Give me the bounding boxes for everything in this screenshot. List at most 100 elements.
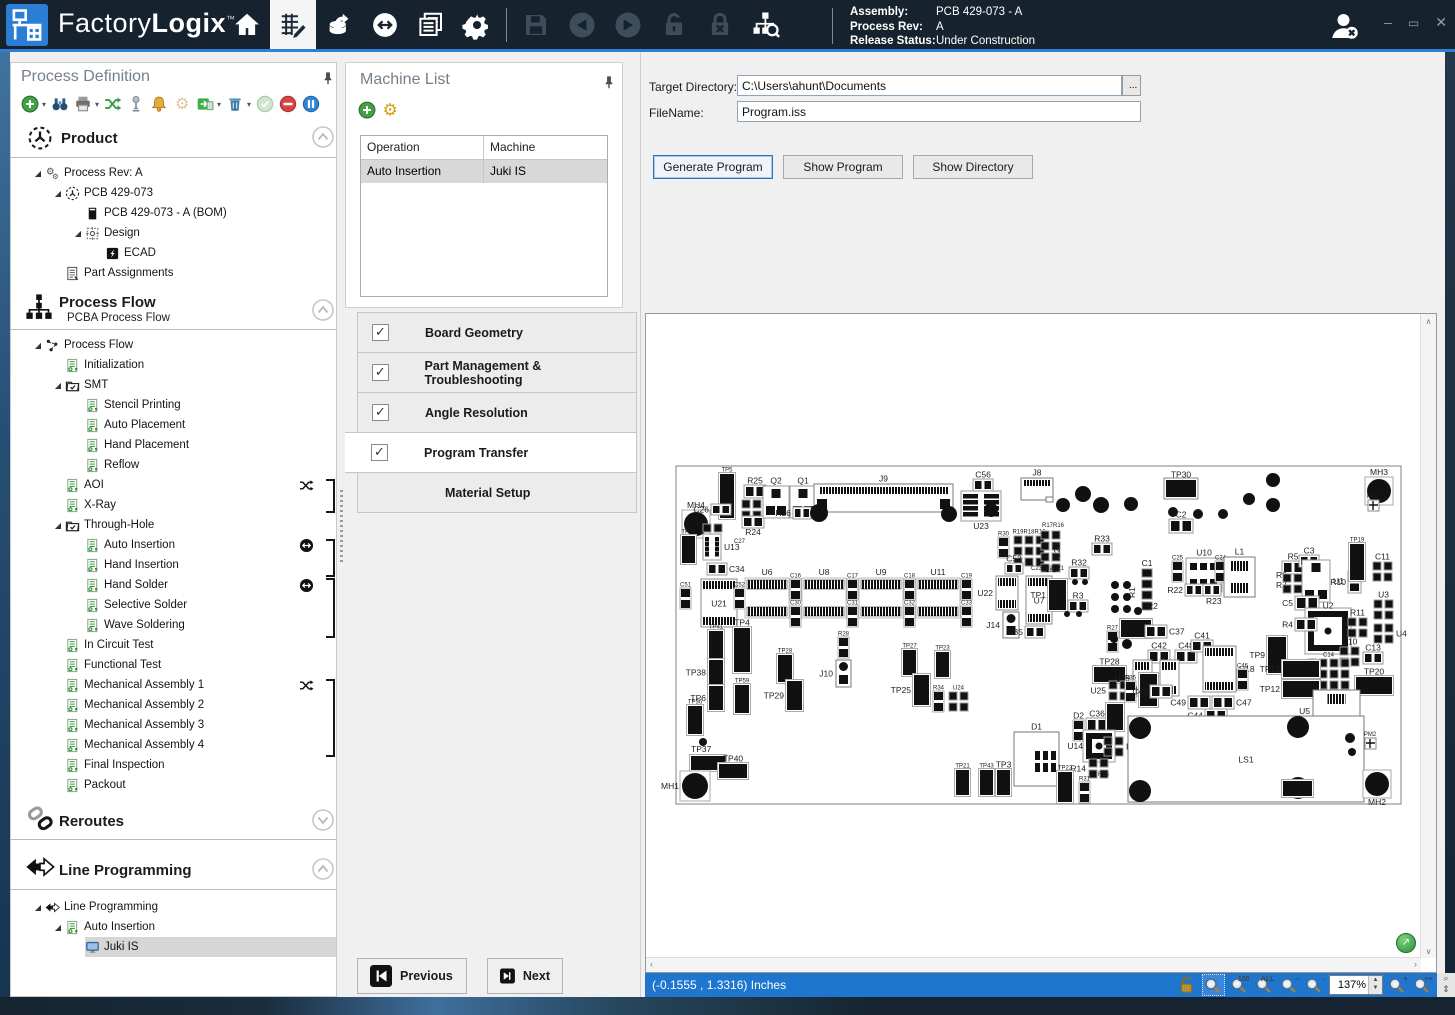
dropdown-caret-icon[interactable]: ▾: [42, 100, 46, 109]
horizontal-scrollbar[interactable]: ‹ ›: [646, 957, 1421, 972]
expander-icon[interactable]: ◢: [31, 903, 45, 912]
zoom-in-fast-icon[interactable]: ++: [1412, 975, 1433, 995]
lock-x-icon[interactable]: [697, 0, 743, 49]
viewer-corner-tools[interactable]: ⌕ ⇕: [1437, 973, 1455, 997]
export-icon[interactable]: [196, 95, 214, 113]
filename-input[interactable]: [737, 101, 1141, 122]
tree-item-mechanical-assembly-2[interactable]: Mechanical Assembly 2: [11, 695, 336, 715]
redo-icon[interactable]: [605, 0, 651, 49]
step-angle-resolution[interactable]: ✓ Angle Resolution: [357, 392, 637, 433]
zoom-level-input[interactable]: [1330, 979, 1368, 991]
tree-item-mechanical-assembly-4[interactable]: Mechanical Assembly 4: [11, 735, 336, 755]
tree-item-aoi[interactable]: AOI: [11, 475, 336, 495]
expander-icon[interactable]: ◢: [31, 169, 45, 178]
tree-item-line-programming[interactable]: ◢ Line Programming: [11, 897, 336, 917]
status-ready-icon[interactable]: [256, 95, 274, 113]
zoom-out-fast-icon[interactable]: --: [1279, 975, 1300, 995]
column-machine[interactable]: Machine: [484, 136, 607, 159]
tree-item-initialization[interactable]: Initialization: [11, 355, 336, 375]
tree-item-final-inspection[interactable]: Final Inspection: [11, 755, 336, 775]
vertical-scrollbar[interactable]: ∧ ∨: [1420, 314, 1436, 958]
tree-item-hand-placement[interactable]: Hand Placement: [11, 435, 336, 455]
materials-icon[interactable]: [316, 0, 362, 49]
pcb-board-canvas[interactable]: MH4TP5C26R25R24C27Q2 Q1R26J9 C56U23J8 TP30 M…: [646, 314, 1421, 958]
search-binoculars-icon[interactable]: [51, 95, 69, 113]
tree-item-mechanical-assembly-1[interactable]: Mechanical Assembly 1: [11, 675, 336, 695]
tree-item-process-flow[interactable]: ◢ Process Flow: [11, 335, 336, 355]
tree-item-stencil-printing[interactable]: Stencil Printing: [11, 395, 336, 415]
checkbox-checked-icon[interactable]: ✓: [372, 404, 389, 421]
add-icon[interactable]: [358, 101, 376, 119]
status-pause-icon[interactable]: [302, 95, 320, 113]
tree-item-wave-soldering[interactable]: Wave Soldering: [11, 615, 336, 635]
maximize-icon[interactable]: ▭: [1408, 14, 1419, 31]
tree-item-selective-solder[interactable]: Selective Solder: [11, 595, 336, 615]
tree-item-packout[interactable]: Packout: [11, 775, 336, 795]
tree-item-auto-insertion[interactable]: ◢ Auto Insertion: [11, 917, 336, 937]
zoom-100-icon[interactable]: 100: [1229, 975, 1250, 995]
section-product[interactable]: Product: [61, 130, 118, 147]
tree-item-design[interactable]: ◢ Design: [11, 223, 336, 243]
delete-icon[interactable]: [226, 95, 244, 113]
fit-view-button[interactable]: ↗: [1396, 933, 1416, 953]
pin-icon[interactable]: [602, 75, 616, 94]
generate-program-button[interactable]: Generate Program: [653, 155, 773, 179]
show-program-button[interactable]: Show Program: [783, 155, 903, 179]
tree-item-hand-solder[interactable]: Hand Solder: [11, 575, 336, 595]
zoom-in-icon[interactable]: +: [1387, 975, 1408, 995]
projector-icon[interactable]: [127, 95, 145, 113]
collapse-up-icon[interactable]: [312, 126, 334, 148]
pcb-viewer[interactable]: MH4 TP5 C26 R25 R24 C27 Q2 Q1 R26 J9 C56 U23 J8 TP30 M…: [645, 313, 1437, 973]
collapse-up-icon[interactable]: [312, 299, 334, 321]
expander-icon[interactable]: ◢: [51, 189, 65, 198]
add-icon[interactable]: [21, 95, 39, 113]
expander-icon[interactable]: ◢: [51, 381, 65, 390]
section-reroutes[interactable]: Reroutes: [59, 813, 124, 830]
checkbox-checked-icon[interactable]: ✓: [371, 444, 388, 461]
user-logout-icon[interactable]: [1327, 8, 1363, 44]
spinner-arrows-icon[interactable]: ▲ ▼: [1368, 976, 1382, 994]
section-line-programming[interactable]: Line Programming: [59, 862, 192, 879]
dropdown-caret-icon[interactable]: ▾: [217, 100, 221, 109]
step-material-setup[interactable]: Material Setup: [357, 472, 637, 513]
collapse-down-icon[interactable]: [312, 809, 334, 831]
tree-item-auto-placement[interactable]: Auto Placement: [11, 415, 336, 435]
step-program-transfer[interactable]: ✓ Program Transfer: [345, 432, 637, 473]
print-icon[interactable]: [74, 95, 92, 113]
documents-icon[interactable]: [408, 0, 454, 49]
undo-icon[interactable]: [559, 0, 605, 49]
settings-gear-icon[interactable]: [454, 0, 500, 49]
sync-icon[interactable]: [362, 0, 408, 49]
close-icon[interactable]: ✕: [1435, 14, 1447, 31]
flow-search-icon[interactable]: [743, 0, 789, 49]
padlock-gold-icon[interactable]: [1177, 975, 1198, 995]
step-part-management-troubleshooting[interactable]: ✓ Part Management & Troubleshooting: [357, 352, 637, 393]
unlock-icon[interactable]: [651, 0, 697, 49]
gear-gold-icon[interactable]: ⚙: [381, 101, 399, 120]
expander-icon[interactable]: ◢: [51, 923, 65, 932]
zoom-level-spinner[interactable]: ▲▼: [1329, 975, 1383, 995]
minimize-icon[interactable]: –: [1384, 14, 1392, 31]
dropdown-caret-icon[interactable]: ▾: [95, 100, 99, 109]
show-directory-button[interactable]: Show Directory: [913, 155, 1033, 179]
previous-button[interactable]: Previous: [357, 958, 467, 994]
expander-icon[interactable]: ◢: [31, 341, 45, 350]
tree-item-pcb-429-073-a-bom-[interactable]: PCB 429-073 - A (BOM): [11, 203, 336, 223]
splitter-grip[interactable]: [340, 490, 343, 565]
tree-item-pcb-429-073[interactable]: ◢ PCB 429-073: [11, 183, 336, 203]
checkbox-checked-icon[interactable]: ✓: [372, 324, 389, 341]
tree-item-reflow[interactable]: Reflow: [11, 455, 336, 475]
checkbox-checked-icon[interactable]: ✓: [372, 364, 389, 381]
process-definition-icon[interactable]: [270, 0, 316, 49]
save-icon[interactable]: [513, 0, 559, 49]
next-button[interactable]: Next: [487, 958, 563, 994]
tree-item-part-assignments[interactable]: Part Assignments: [11, 263, 336, 283]
machine-table-row[interactable]: Auto Insertion Juki IS: [361, 160, 607, 183]
tree-item-process-rev-a[interactable]: ◢ ⚙ ⚙ Process Rev: A: [11, 163, 336, 183]
expander-icon[interactable]: ◢: [51, 521, 65, 530]
browse-button[interactable]: ...: [1122, 75, 1141, 96]
shuffle-green-icon[interactable]: [104, 95, 122, 113]
step-board-geometry[interactable]: ✓ Board Geometry: [357, 312, 637, 353]
zoom-out-icon[interactable]: -: [1304, 975, 1325, 995]
tree-item-smt[interactable]: ◢ SMT: [11, 375, 336, 395]
